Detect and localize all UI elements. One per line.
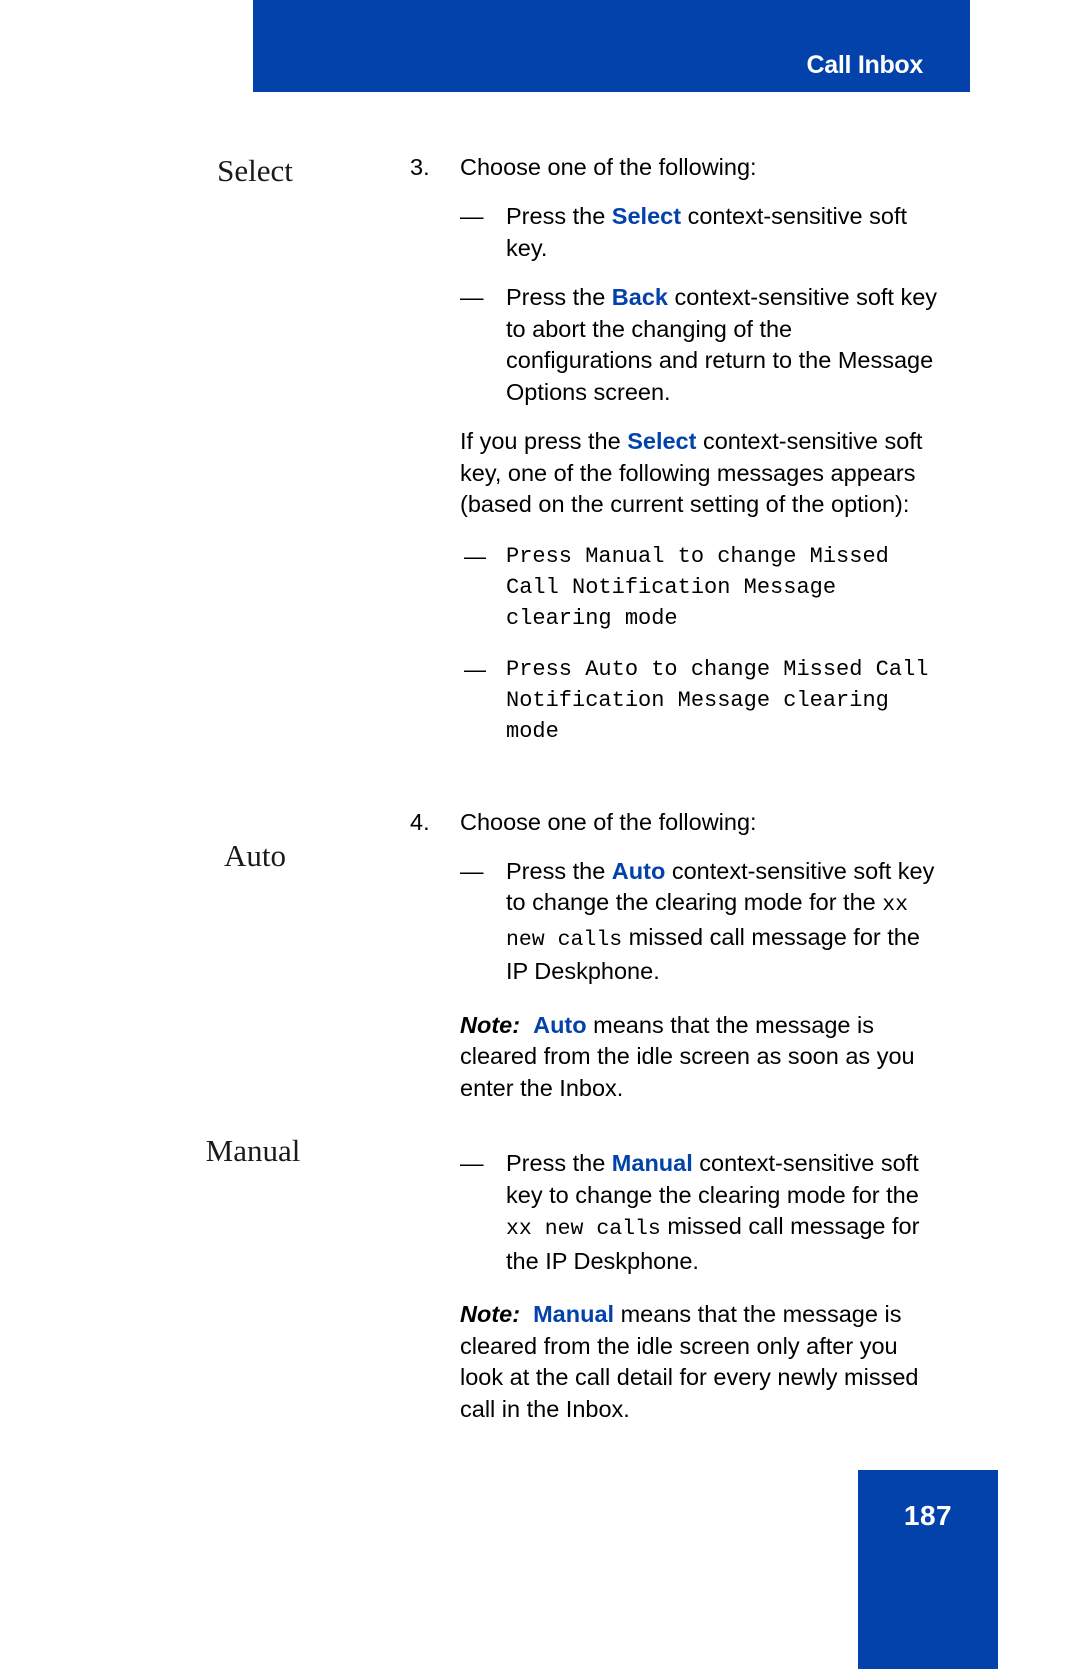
- en-dash-icon: —: [464, 543, 486, 569]
- step-3-paragraph-pre: If you press the: [460, 428, 628, 454]
- note-manual-lead: Note:: [460, 1301, 521, 1327]
- step-3-message-2-text: Press Auto to change Missed Call Notific…: [506, 656, 929, 744]
- page-body: Select Auto Manual 3. Choose one of the …: [0, 92, 1080, 1669]
- keyword-select: Select: [611, 203, 682, 229]
- margin-label-select: Select: [217, 153, 293, 188]
- en-dash-icon: —: [464, 656, 486, 682]
- em-dash-icon: —: [460, 203, 484, 229]
- step-3-number: 3.: [410, 154, 430, 180]
- step-4-text: Choose one of the following:: [460, 808, 757, 835]
- em-dash-icon: —: [460, 1150, 484, 1176]
- keyword-auto: Auto: [533, 1011, 587, 1038]
- step-4: 4. Choose one of the following:: [410, 807, 940, 838]
- note-auto-lead: Note:: [460, 1011, 521, 1038]
- content-column: 3. Choose one of the following: — Press …: [410, 152, 940, 1425]
- step-4-bullet-auto-pre: Press the: [506, 857, 612, 884]
- note-manual: Note: Manual means that the message is c…: [460, 1299, 940, 1425]
- step-3-message-1-text: Press Manual to change Missed Call Notif…: [506, 543, 889, 631]
- em-dash-icon: —: [460, 284, 484, 310]
- step-3-message-2: — Press Auto to change Missed Call Notif…: [460, 654, 940, 747]
- keyword-manual: Manual: [533, 1301, 615, 1327]
- note-manual-text: means that the message is cleared from t…: [460, 1301, 919, 1422]
- step-3-text: Choose one of the following:: [460, 154, 757, 180]
- page-number: 187: [903, 1500, 953, 1531]
- step-4-bullet-manual: — Press the Manual context-sensitive sof…: [460, 1148, 940, 1277]
- margin-label-manual: Manual: [205, 1133, 301, 1168]
- keyword-back: Back: [611, 284, 668, 310]
- keyword-select: Select: [627, 428, 697, 454]
- keyword-auto: Auto: [611, 857, 666, 884]
- note-auto-text: means that the message is cleared from t…: [460, 1011, 915, 1101]
- page-number-box: 187: [858, 1470, 998, 1669]
- page-header-title: Call Inbox: [806, 51, 924, 79]
- note-auto: Note: Auto means that the message is cle…: [460, 1010, 940, 1105]
- step-3-bullet-2: — Press the Back context-sensitive soft …: [460, 282, 940, 408]
- step-3-message-1: — Press Manual to change Missed Call Not…: [460, 541, 940, 634]
- step-4-bullet-auto: — Press the Auto context-sensitive soft …: [460, 856, 940, 988]
- step-4-bullet-manual-pre: Press the: [506, 1150, 612, 1176]
- step-3-bullet-1: — Press the Select context-sensitive sof…: [460, 201, 940, 264]
- keyword-manual: Manual: [611, 1150, 693, 1176]
- page-header-bar: Call Inbox: [253, 0, 970, 92]
- step-4-number: 4.: [410, 808, 430, 835]
- mono-xx-new-calls: xx new calls: [506, 1217, 661, 1241]
- step-3-paragraph: If you press the Select context-sensitiv…: [460, 426, 940, 521]
- em-dash-icon: —: [460, 857, 484, 884]
- margin-label-auto: Auto: [224, 838, 286, 873]
- step-3: 3. Choose one of the following:: [410, 152, 940, 183]
- step-3-bullet-1-pre: Press the: [506, 203, 612, 229]
- step-3-bullet-2-pre: Press the: [506, 284, 612, 310]
